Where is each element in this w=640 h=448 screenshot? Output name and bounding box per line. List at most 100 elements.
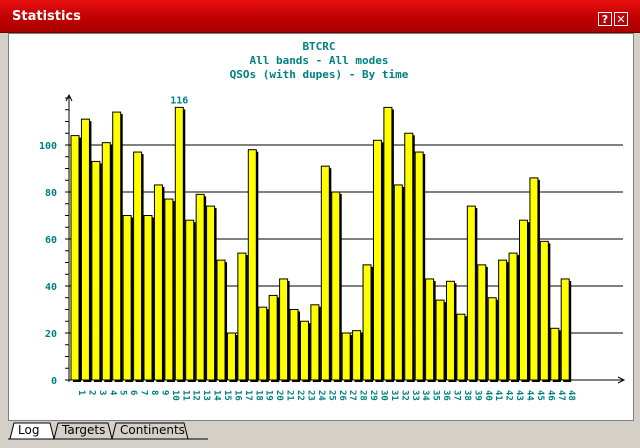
x-tick-label: 32: [399, 390, 409, 401]
bar: [331, 191, 341, 381]
x-tick-label: 11: [180, 390, 190, 401]
statistics-window: Statistics ? ✕ BTCRC All bands - All mod…: [0, 0, 640, 448]
x-tick-label: 39: [472, 390, 482, 401]
x-tick-label: 42: [504, 390, 514, 401]
x-tick-label: 14: [212, 390, 222, 401]
x-tick-label: 45: [535, 390, 545, 401]
bar: [122, 215, 132, 381]
x-tick-label: 27: [347, 390, 357, 401]
bar: [352, 330, 362, 381]
chart-subtitle-2: QSOs (with dupes) - By time: [230, 68, 409, 81]
x-tick-label: 22: [295, 390, 305, 401]
x-tick-label: 44: [524, 390, 534, 401]
bar: [393, 184, 403, 381]
bar: [383, 106, 393, 381]
x-tick-label: 10: [170, 390, 180, 401]
bar: [539, 240, 549, 381]
help-button[interactable]: ?: [598, 12, 612, 26]
x-tick-label: 17: [243, 390, 253, 401]
bar: [362, 264, 372, 381]
x-tick-label: 28: [358, 390, 368, 401]
tab-targets[interactable]: Targets: [58, 421, 109, 439]
bar: [206, 205, 216, 381]
bar: [237, 252, 247, 381]
x-tick-label: 25: [326, 390, 336, 401]
bar: [487, 297, 497, 381]
y-tick-label: 20: [45, 329, 57, 340]
bar: [414, 151, 424, 381]
x-tick-label: 5: [118, 390, 128, 395]
bar: [425, 278, 435, 381]
x-tick-label: 8: [149, 390, 159, 395]
bar: [550, 327, 560, 381]
y-tick-label: 80: [45, 188, 57, 199]
tab-log[interactable]: Log: [14, 421, 43, 439]
x-tick-label: 34: [420, 390, 430, 401]
bar: [445, 280, 455, 381]
bar: [195, 193, 205, 381]
bar: [310, 304, 320, 381]
x-tick-label: 23: [305, 390, 315, 401]
chart-title: BTCRC: [302, 40, 335, 53]
max-value-label: 116: [170, 95, 188, 106]
bar: [226, 332, 236, 381]
bar: [133, 151, 143, 381]
x-tick-label: 24: [316, 390, 326, 401]
x-tick-label: 12: [191, 390, 201, 401]
tab-continents[interactable]: Continents: [116, 421, 189, 439]
x-tick-label: 7: [139, 390, 149, 395]
x-tick-label: 2: [86, 390, 96, 395]
x-tick-label: 6: [128, 390, 138, 395]
bar: [299, 320, 309, 381]
x-tick-label: 31: [389, 390, 399, 401]
bar: [268, 294, 278, 381]
x-tick-label: 15: [222, 390, 232, 401]
y-tick-label: 60: [45, 235, 57, 246]
x-tick-label: 19: [264, 390, 274, 401]
x-tick-label: 36: [441, 390, 451, 401]
x-tick-label: 47: [556, 390, 566, 401]
bar: [279, 278, 289, 381]
x-tick-label: 26: [337, 390, 347, 401]
bar: [289, 309, 299, 381]
y-tick-label: 40: [45, 282, 57, 293]
bar: [404, 132, 414, 381]
x-tick-label: 21: [285, 390, 295, 401]
x-tick-label: 37: [451, 390, 461, 401]
bar: [466, 205, 476, 381]
bar: [498, 259, 508, 381]
chart-subtitle: All bands - All modes: [249, 54, 388, 67]
bar: [372, 139, 382, 381]
bar: [435, 299, 445, 381]
x-tick-label: 33: [410, 390, 420, 401]
bar: [70, 135, 80, 381]
bar: [477, 264, 487, 381]
x-tick-label: 38: [462, 390, 472, 401]
bar: [91, 160, 101, 381]
bar: [101, 142, 111, 381]
x-tick-label: 35: [431, 390, 441, 401]
bar: [518, 219, 528, 381]
bar: [216, 259, 226, 381]
bar: [341, 332, 351, 381]
x-tick-label: 41: [493, 390, 503, 401]
x-tick-label: 18: [253, 390, 263, 401]
x-tick-label: 43: [514, 390, 524, 401]
bar: [529, 177, 539, 381]
bar-chart: BTCRC All bands - All modes QSOs (with d…: [39, 40, 626, 401]
x-tick-label: 30: [378, 390, 388, 401]
x-tick-label: 20: [274, 390, 284, 401]
x-tick-label: 16: [232, 390, 242, 401]
bar: [247, 149, 257, 381]
window-title: Statistics: [12, 9, 81, 24]
x-tick-label: 48: [566, 390, 576, 401]
bar: [185, 219, 195, 381]
bar: [258, 306, 268, 381]
close-button[interactable]: ✕: [614, 12, 628, 26]
x-tick-label: 13: [201, 390, 211, 401]
x-tick-label: 9: [159, 390, 169, 395]
bar: [174, 106, 184, 381]
y-tick-label: 100: [39, 141, 57, 152]
bar: [112, 111, 122, 381]
bar: [143, 215, 153, 381]
